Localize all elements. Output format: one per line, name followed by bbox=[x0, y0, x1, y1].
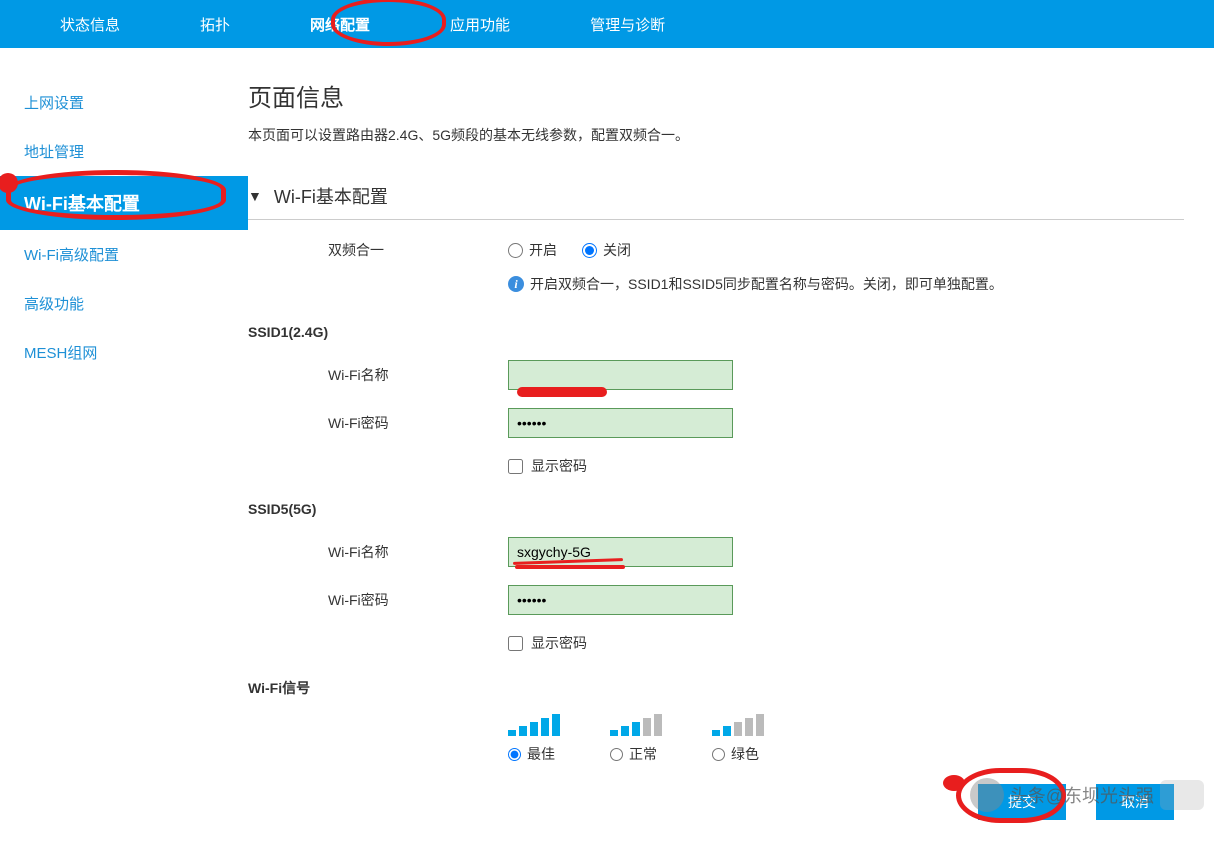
sidebar-mesh[interactable]: MESH组网 bbox=[0, 328, 248, 377]
sidebar-address-mgmt[interactable]: 地址管理 bbox=[0, 127, 248, 176]
ssid24-title: SSID1(2.4G) bbox=[248, 324, 1184, 340]
signal-bars-icon bbox=[508, 712, 560, 736]
ssid5-name-input[interactable] bbox=[508, 537, 733, 567]
sidebar-wifi-advanced[interactable]: Wi-Fi高级配置 bbox=[0, 230, 248, 279]
radio-signal-best[interactable] bbox=[508, 748, 521, 761]
ssid24-show-pwd-label: 显示密码 bbox=[531, 456, 587, 476]
dual-band-row: 双频合一 开启 关闭 bbox=[248, 240, 1184, 260]
ssid5-pwd-label: Wi-Fi密码 bbox=[328, 590, 508, 610]
ssid24-pwd-label: Wi-Fi密码 bbox=[328, 413, 508, 433]
nav-app-features[interactable]: 应用功能 bbox=[410, 0, 550, 48]
nav-status[interactable]: 状态信息 bbox=[20, 0, 160, 48]
wifi-signal-label: Wi-Fi信号 bbox=[248, 678, 1184, 698]
sidebar: 上网设置 地址管理 Wi-Fi基本配置 Wi-Fi高级配置 高级功能 MESH组… bbox=[0, 58, 248, 850]
page-description: 本页面可以设置路由器2.4G、5G频段的基本无线参数，配置双频合一。 bbox=[248, 125, 1184, 145]
dual-band-label: 双频合一 bbox=[328, 240, 508, 260]
signal-option-normal[interactable]: 正常 bbox=[610, 712, 662, 764]
ssid24-pwd-input[interactable] bbox=[508, 408, 733, 438]
radio-signal-green[interactable] bbox=[712, 748, 725, 761]
nav-network-config[interactable]: 网络配置 bbox=[270, 0, 410, 48]
dual-band-off[interactable]: 关闭 bbox=[582, 240, 631, 260]
main-content: 页面信息 本页面可以设置路由器2.4G、5G频段的基本无线参数，配置双频合一。 … bbox=[248, 58, 1214, 850]
signal-option-best[interactable]: 最佳 bbox=[508, 712, 560, 764]
ssid5-show-pwd-checkbox[interactable] bbox=[508, 636, 523, 651]
section-header[interactable]: ▼ Wi-Fi基本配置 bbox=[248, 175, 1184, 220]
ssid24-name-input[interactable] bbox=[508, 360, 733, 390]
sidebar-wifi-basic[interactable]: Wi-Fi基本配置 bbox=[0, 176, 248, 230]
signal-option-green[interactable]: 绿色 bbox=[712, 712, 764, 764]
dual-band-hint-row: i 开启双频合一，SSID1和SSID5同步配置名称与密码。关闭，即可单独配置。 bbox=[248, 274, 1184, 294]
radio-off[interactable] bbox=[582, 243, 597, 258]
info-icon: i bbox=[508, 276, 524, 292]
ssid5-pwd-input[interactable] bbox=[508, 585, 733, 615]
section-title: Wi-Fi基本配置 bbox=[274, 183, 388, 209]
nav-topology[interactable]: 拓扑 bbox=[160, 0, 270, 48]
dual-band-hint: 开启双频合一，SSID1和SSID5同步配置名称与密码。关闭，即可单独配置。 bbox=[530, 274, 1003, 294]
page-title: 页面信息 bbox=[248, 78, 1184, 113]
top-nav: 状态信息 拓扑 网络配置 应用功能 管理与诊断 bbox=[0, 0, 1214, 48]
signal-bars-icon bbox=[712, 712, 764, 736]
submit-button[interactable]: 提交 bbox=[978, 784, 1066, 820]
collapse-triangle-icon: ▼ bbox=[248, 188, 262, 204]
radio-on[interactable] bbox=[508, 243, 523, 258]
nav-admin-diag[interactable]: 管理与诊断 bbox=[550, 0, 705, 48]
dual-band-on[interactable]: 开启 bbox=[508, 240, 557, 260]
radio-signal-normal[interactable] bbox=[610, 748, 623, 761]
ssid5-name-label: Wi-Fi名称 bbox=[328, 542, 508, 562]
sidebar-advanced[interactable]: 高级功能 bbox=[0, 279, 248, 328]
signal-bars-icon bbox=[610, 712, 662, 736]
ssid24-name-label: Wi-Fi名称 bbox=[328, 365, 508, 385]
ssid24-show-pwd-checkbox[interactable] bbox=[508, 459, 523, 474]
ssid5-title: SSID5(5G) bbox=[248, 501, 1184, 517]
sidebar-internet-settings[interactable]: 上网设置 bbox=[0, 78, 248, 127]
cancel-button[interactable]: 取消 bbox=[1096, 784, 1174, 820]
ssid5-show-pwd-label: 显示密码 bbox=[531, 633, 587, 653]
